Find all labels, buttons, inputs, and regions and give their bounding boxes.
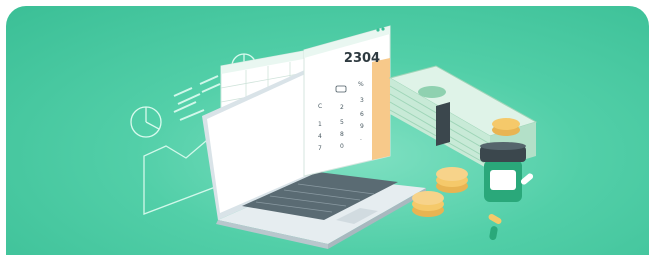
line-chart-icon [143,140,219,215]
calc-key: . [360,135,362,142]
calc-key: 5 [340,119,344,126]
calc-key: 8 [340,131,344,138]
calc-key: 2 [340,104,344,111]
calc-key: C [318,103,322,110]
finance-illustration: 2304 C % 1 2 3 4 5 6 7 8 9 0 . [130,25,538,249]
calc-key: 6 [360,111,364,118]
calculator-keypad-column [372,58,390,160]
calc-key: 7 [318,145,322,152]
calc-key: 1 [318,121,322,128]
calculator-display: 2304 [344,51,380,66]
hero-banner: 2304 C % 1 2 3 4 5 6 7 8 9 0 . [6,6,649,255]
calc-key: % [358,81,364,88]
calc-key: 9 [360,123,364,130]
pie-chart-icon [130,106,162,138]
calc-key: 0 [340,143,344,150]
calculator-icon: 2304 C % 1 2 3 4 5 6 7 8 9 0 . [303,25,391,177]
calc-key: 4 [318,133,322,140]
calc-key: 3 [360,97,364,104]
pill-bottle-icon [480,142,526,202]
